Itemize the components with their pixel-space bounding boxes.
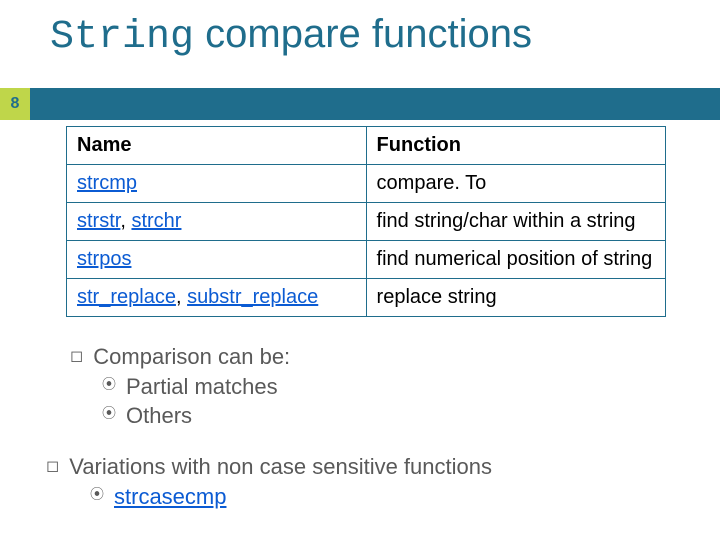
variations-sub-item: ⦿ strcasecmp (90, 482, 492, 512)
title-rest: compare functions (194, 12, 532, 56)
slide-number: 8 (11, 95, 20, 113)
slide-title: String compare functions (50, 12, 532, 60)
fn-link[interactable]: strcasecmp (114, 482, 226, 512)
cell-name: strcmp (67, 165, 367, 203)
cell-function: find string/char within a string (366, 203, 665, 241)
slide-number-tab: 8 (0, 88, 30, 120)
table-row: strpos find numerical position of string (67, 241, 666, 279)
square-bullet-icon: ◻ (46, 456, 59, 478)
cell-function: replace string (366, 279, 665, 317)
fn-link[interactable]: strchr (131, 210, 181, 232)
overlay-main-line: ◻ Comparison can be: (70, 342, 290, 372)
cell-name: strstr, strchr (67, 203, 367, 241)
cell-function: compare. To (366, 165, 665, 203)
variations-main-text: Variations with non case sensitive funct… (69, 452, 492, 482)
overlay-sub-item: ⦿ Others (102, 401, 290, 431)
table-row: strstr, strchr find string/char within a… (67, 203, 666, 241)
fn-link[interactable]: substr_replace (187, 286, 318, 308)
dot-bullet-icon: ⦿ (102, 375, 116, 394)
col-header-name: Name (67, 127, 367, 165)
separator: , (176, 286, 187, 308)
fn-link[interactable]: strpos (77, 248, 131, 270)
overlay-main-text: Comparison can be: (93, 342, 290, 372)
square-bullet-icon: ◻ (70, 346, 83, 368)
table-row: str_replace, substr_replace replace stri… (67, 279, 666, 317)
title-monospace-word: String (50, 15, 194, 60)
cell-name: str_replace, substr_replace (67, 279, 367, 317)
variations-block: ◻ Variations with non case sensitive fun… (46, 452, 492, 511)
col-header-function: Function (366, 127, 665, 165)
comparison-overlay: ◻ Comparison can be: ⦿ Partial matches ⦿… (70, 342, 290, 431)
table-header-row: Name Function (67, 127, 666, 165)
separator: , (120, 210, 131, 232)
variations-main-line: ◻ Variations with non case sensitive fun… (46, 452, 492, 482)
table-row: strcmp compare. To (67, 165, 666, 203)
overlay-sub-text: Partial matches (126, 372, 278, 402)
fn-link[interactable]: strstr (77, 210, 120, 232)
fn-link[interactable]: strcmp (77, 172, 137, 194)
dot-bullet-icon: ⦿ (102, 404, 116, 423)
header-band (0, 88, 720, 120)
cell-name: strpos (67, 241, 367, 279)
overlay-sub-text: Others (126, 401, 192, 431)
cell-function: find numerical position of string (366, 241, 665, 279)
functions-table: Name Function strcmp compare. To strstr,… (66, 126, 666, 317)
fn-link[interactable]: str_replace (77, 286, 176, 308)
overlay-sub-item: ⦿ Partial matches (102, 372, 290, 402)
dot-bullet-icon: ⦿ (90, 485, 104, 504)
